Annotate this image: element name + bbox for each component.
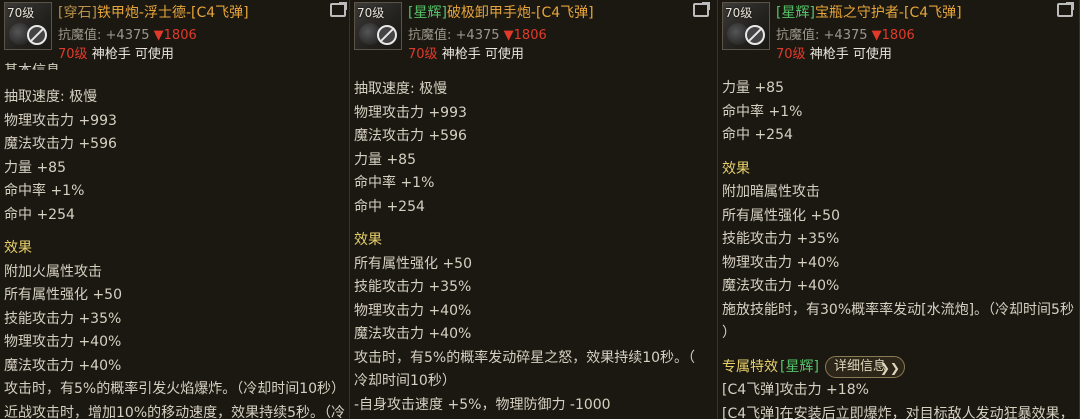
requirement-row: 70级 神枪手 可使用	[408, 43, 524, 62]
effect-line: 附加暗属性攻击	[722, 184, 820, 200]
req-class: 神枪手 可使用	[91, 47, 174, 62]
effect-line: 所有属性强化 +50	[722, 207, 840, 224]
tooltip-body: 力量 +85 命中率 +1% 命中 +254 效果 附加暗属性攻击 所有属性强化…	[722, 77, 1075, 419]
effects-heading: 效果	[354, 232, 382, 248]
req-level: 70级	[58, 47, 88, 62]
effect-line: 物理攻击力 +40%	[354, 302, 472, 319]
special-effect-label: 专属特效	[722, 358, 778, 375]
special-effect-row: 专属特效 [星辉] 详细信息 ❯❯	[722, 356, 1075, 380]
item-title: [星辉]宝瓶之守护者-[C4飞弹]	[776, 2, 962, 22]
effect-line: 冷却时间10秒）	[354, 373, 456, 389]
stat-line: 命中 +254	[722, 127, 793, 143]
level-badge: 70级	[725, 6, 753, 20]
resist-label: 抗魔值:	[408, 28, 452, 43]
effect-line: 所有属性强化 +50	[354, 255, 472, 272]
effect-line: ）	[722, 325, 736, 341]
effect-line: 魔法攻击力 +40%	[722, 278, 840, 294]
item-tag: [穿石]	[58, 5, 97, 21]
stat-line: 命中率 +1%	[722, 103, 803, 120]
edit-icon[interactable]	[330, 2, 347, 17]
edit-icon[interactable]	[693, 2, 710, 17]
effects-heading: 效果	[4, 240, 32, 256]
item-icon[interactable]: 70级	[4, 2, 52, 50]
resist-row: 抗魔值: +4375 ▼1806	[408, 24, 547, 43]
effect-line: -自身攻击速度 +5%，物理防御力 -1000	[354, 396, 611, 413]
requirement-row: 70级 神枪手 可使用	[776, 43, 892, 62]
item-name: 宝瓶之守护者-[C4飞弹]	[814, 5, 962, 21]
effect-line: 攻击时，有5%的概率引发火焰爆炸。（冷却时间10秒）	[4, 381, 346, 397]
effect-line: 近战攻击时，增加10%的移动速度，效果持续5秒。（冷	[4, 404, 346, 419]
stat-line: 命中 +254	[354, 198, 425, 215]
tooltip-header: 70级 [星辉]宝瓶之守护者-[C4飞弹] 抗魔值: +4375 ▼1806 7…	[718, 0, 1079, 66]
item-title: [星辉]破极卸甲手炮-[C4飞弹]	[408, 2, 594, 22]
resist-delta: ▼1806	[871, 28, 915, 43]
item-tooltip-2: 70级 [星辉]破极卸甲手炮-[C4飞弹] 抗魔值: +4375 ▼1806 7…	[350, 0, 718, 419]
tooltip-header: 70级 [星辉]破极卸甲手炮-[C4飞弹] 抗魔值: +4375 ▼1806 7…	[350, 0, 717, 66]
item-tooltip-1: 70级 [穿石]铁甲炮-浮士德-[C4飞弹] 抗魔值: +4375 ▼1806 …	[0, 0, 350, 419]
stat-line: 命中 +254	[4, 206, 75, 223]
effect-line: 攻击时，有5%的概率发动碎星之怒，效果持续10秒。（	[354, 349, 696, 366]
stat-line: 魔法攻击力 +596	[354, 128, 467, 144]
req-class: 神枪手 可使用	[441, 47, 524, 62]
effect-line: 所有属性强化 +50	[4, 287, 122, 303]
stat-line: 力量 +85	[722, 80, 784, 96]
resist-value: +4375	[455, 28, 500, 43]
effect-line: 技能攻击力 +35%	[354, 279, 472, 295]
req-level: 70级	[408, 47, 438, 62]
effect-line: 魔法攻击力 +40%	[4, 357, 122, 374]
item-tag: [星辉]	[776, 5, 815, 21]
requirement-row: 70级 神枪手 可使用	[58, 43, 174, 62]
effect-line: 物理攻击力 +40%	[4, 334, 122, 350]
tooltip-header: 70级 [穿石]铁甲炮-浮士德-[C4飞弹] 抗魔值: +4375 ▼1806 …	[0, 0, 349, 66]
resist-value: +4375	[105, 28, 150, 43]
stat-line: 物理攻击力 +993	[354, 104, 467, 121]
resist-label: 抗魔值:	[58, 28, 102, 43]
item-tooltip-3: 70级 [星辉]宝瓶之守护者-[C4飞弹] 抗魔值: +4375 ▼1806 7…	[718, 0, 1080, 419]
item-tag: [星辉]	[408, 5, 447, 21]
item-icon[interactable]: 70级	[354, 2, 402, 50]
stat-line: 命中率 +1%	[4, 183, 85, 199]
special-effect-line: [C4飞弹]在安装后立即爆炸，对目标敌人发动狂暴效果，	[722, 405, 1074, 419]
stat-line: 命中率 +1%	[354, 175, 435, 191]
resist-value: +4375	[823, 28, 868, 43]
effect-line: 技能攻击力 +35%	[722, 231, 840, 247]
req-level: 70级	[776, 47, 806, 62]
stat-line: 力量 +85	[4, 159, 66, 176]
effect-line: 魔法攻击力 +40%	[354, 326, 472, 342]
forbidden-icon	[27, 25, 47, 45]
effect-line: 技能攻击力 +35%	[4, 310, 122, 327]
forbidden-icon	[377, 25, 397, 45]
special-effect-tag: [星辉]	[780, 358, 819, 375]
item-name: 铁甲炮-浮士德-[C4飞弹]	[96, 5, 249, 21]
tooltip-body: 抽取速度: 极慢 物理攻击力 +993 魔法攻击力 +596 力量 +85 命中…	[4, 86, 345, 419]
detail-info-label: 详细信息	[833, 359, 886, 375]
item-name: 破极卸甲手炮-[C4飞弹]	[446, 5, 594, 21]
stat-line: 力量 +85	[354, 151, 416, 168]
special-effect-line: [C4飞弹]攻击力 +18%	[722, 382, 869, 398]
effect-line: 物理攻击力 +40%	[722, 254, 840, 271]
stat-line: 物理攻击力 +993	[4, 112, 117, 129]
resist-row: 抗魔值: +4375 ▼1806	[58, 24, 197, 43]
level-badge: 70级	[7, 6, 35, 20]
effect-line: 附加火属性攻击	[4, 263, 102, 280]
detail-info-button[interactable]: 详细信息 ❯❯	[824, 356, 905, 379]
edit-icon[interactable]	[1057, 2, 1074, 17]
tooltip-body: 抽取速度: 极慢 物理攻击力 +993 魔法攻击力 +596 力量 +85 命中…	[354, 78, 713, 417]
resist-delta: ▼1806	[153, 28, 197, 43]
double-chevron-right-icon: ❯❯	[879, 361, 900, 376]
cut-off-heading: 基本信息	[4, 62, 60, 70]
stat-line: 魔法攻击力 +596	[4, 136, 117, 152]
resist-label: 抗魔值:	[776, 28, 820, 43]
stat-line: 抽取速度: 极慢	[4, 89, 98, 105]
effects-heading: 效果	[722, 160, 750, 177]
level-badge: 70级	[357, 6, 385, 20]
item-title: [穿石]铁甲炮-浮士德-[C4飞弹]	[58, 2, 249, 22]
req-class: 神枪手 可使用	[809, 47, 892, 62]
stat-line: 抽取速度: 极慢	[354, 81, 448, 97]
item-icon[interactable]: 70级	[722, 2, 770, 50]
resist-delta: ▼1806	[503, 28, 547, 43]
forbidden-icon	[745, 25, 765, 45]
effect-line: 施放技能时，有30%概率率发动[水流炮]。（冷却时间5秒	[722, 301, 1074, 318]
resist-row: 抗魔值: +4375 ▼1806	[776, 24, 915, 43]
